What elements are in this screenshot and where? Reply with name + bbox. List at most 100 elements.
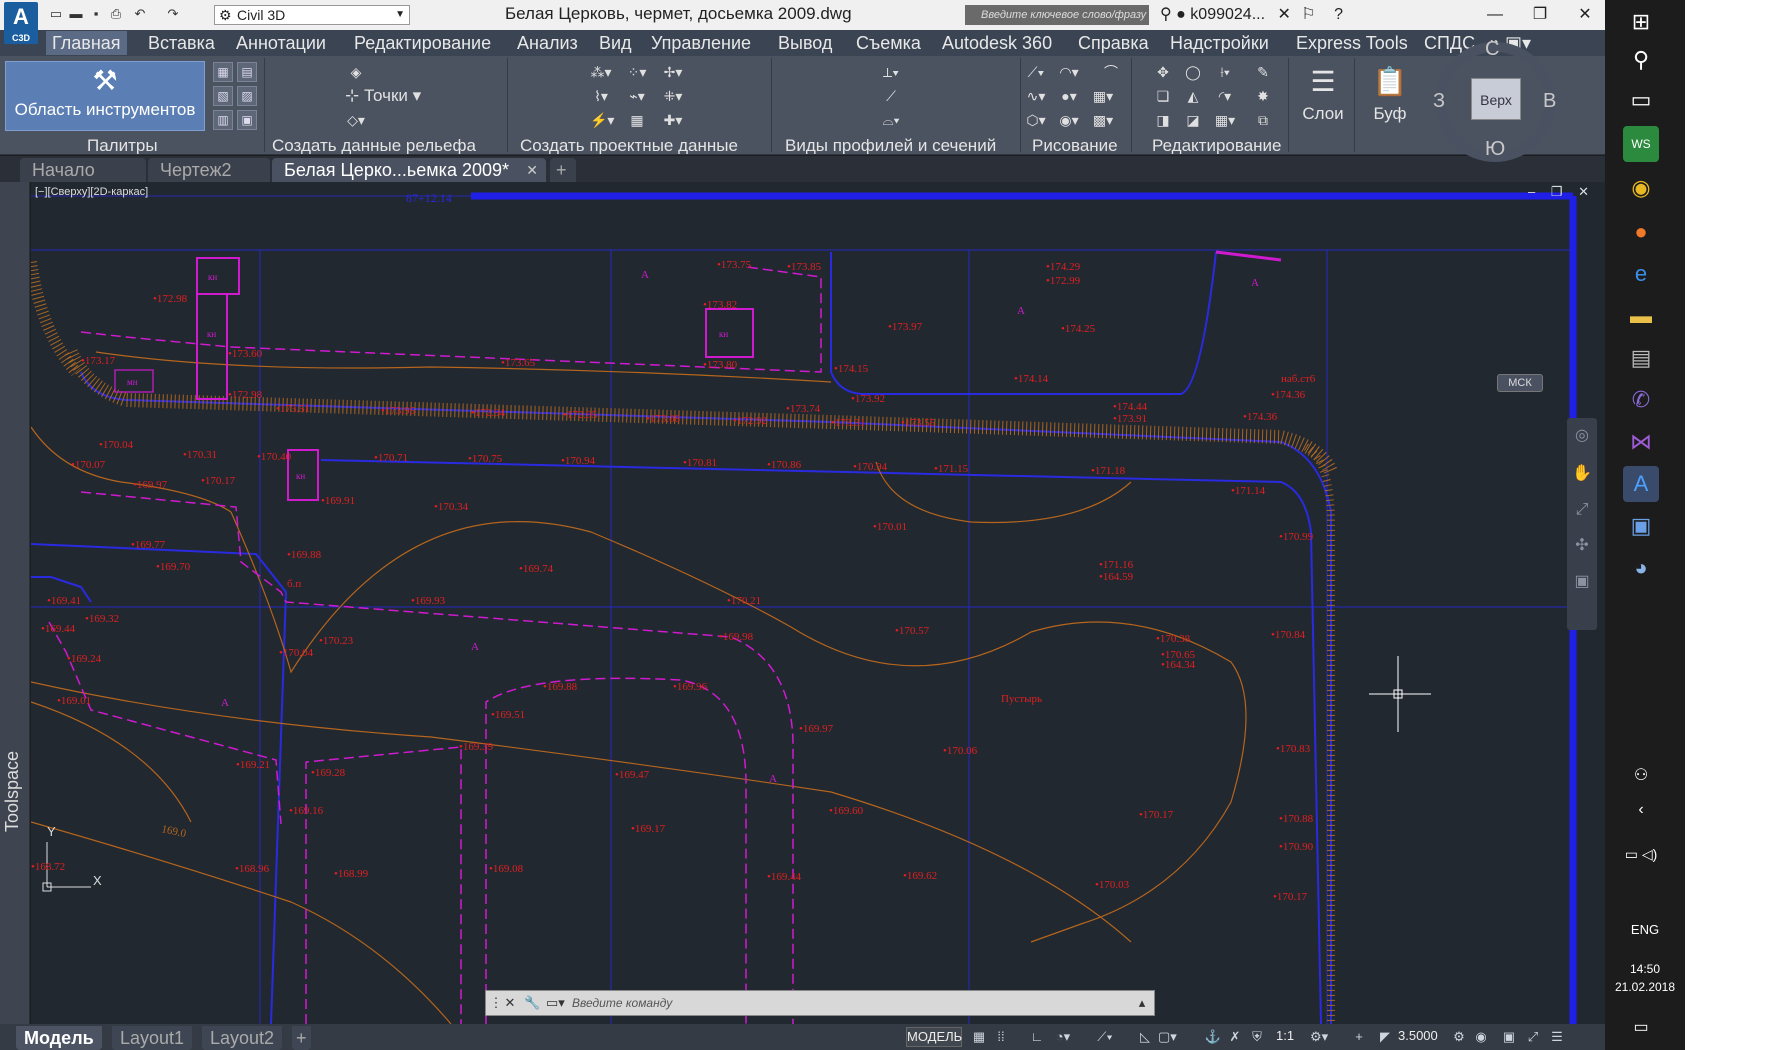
profile-icon[interactable]: ⌁▾: [626, 86, 648, 106]
maximize-button[interactable]: ❐: [1520, 2, 1560, 28]
user-account[interactable]: ⚲ ● k099024... ✕ ⚐ ?: [1160, 4, 1343, 24]
erase-icon[interactable]: ✎: [1252, 62, 1274, 82]
ortho-icon[interactable]: ∟: [1028, 1028, 1046, 1046]
ucs-menu-button[interactable]: МСК: [1497, 374, 1543, 392]
file-explorer-icon[interactable]: ▬: [1623, 298, 1659, 334]
menu-autodesk360[interactable]: Autodesk 360: [942, 33, 1052, 54]
drawing-canvas[interactable]: Y X •172.98 •173.17 •173.60 •172.98 •173.51 •…: [31, 182, 1605, 1024]
viewport-controls-label[interactable]: [−][Сверху][2D-каркас]: [35, 186, 148, 198]
annotation-scale[interactable]: 1:1: [1276, 1028, 1294, 1043]
notifications-icon[interactable]: ▭: [1623, 1010, 1659, 1046]
tab-drawing2[interactable]: Чертеж2: [148, 158, 270, 182]
menu-insert[interactable]: Вставка: [148, 33, 215, 54]
menu-view[interactable]: Вид: [599, 33, 632, 54]
tab-layout2[interactable]: Layout2: [202, 1026, 283, 1050]
tab-current-drawing[interactable]: Белая Церко...ьемка 2009* ✕: [272, 158, 546, 182]
polyline-icon[interactable]: ⌒: [1100, 62, 1122, 82]
save-icon[interactable]: ▪: [88, 6, 104, 22]
polygon-icon[interactable]: ⬡▾: [1025, 110, 1047, 130]
prospector-icon[interactable]: ▦: [213, 62, 233, 82]
alignment-icon[interactable]: ⌇▾: [590, 86, 612, 106]
isodraft-icon[interactable]: ◺: [1136, 1028, 1154, 1046]
compass-south[interactable]: Ю: [1485, 138, 1505, 161]
autoscale-icon[interactable]: ✗: [1226, 1028, 1244, 1046]
menu-output[interactable]: Вывод: [778, 33, 832, 54]
a360-icon[interactable]: ⚐: [1301, 6, 1315, 23]
hatch-icon[interactable]: ▦▾: [1092, 86, 1114, 106]
volume-icon[interactable]: ▭ ◁): [1623, 836, 1659, 872]
menu-modify[interactable]: Редактирование: [354, 33, 491, 54]
compass-east[interactable]: В: [1543, 90, 1556, 113]
customize-icon[interactable]: ☰: [1548, 1028, 1566, 1046]
stretch-icon[interactable]: ◨: [1152, 110, 1174, 130]
snap-icon[interactable]: ⁞⁞: [992, 1028, 1010, 1046]
showmotion-icon[interactable]: ▣: [1572, 572, 1592, 592]
toolspace-button[interactable]: ⚒ Область инструментов: [5, 61, 205, 131]
tab-start[interactable]: Начало: [20, 158, 146, 182]
prompt-icon[interactable]: ▭▾: [546, 995, 565, 1011]
clipboard-button[interactable]: 📋 Буф: [1362, 60, 1418, 130]
firefox-icon[interactable]: ●: [1623, 214, 1659, 250]
feature-line-icon[interactable]: ⁘▾: [626, 62, 648, 82]
offset-icon[interactable]: ⧉: [1252, 110, 1274, 130]
points-button[interactable]: ⊹ Точки ▾: [345, 86, 465, 106]
print-icon[interactable]: ⎙: [108, 6, 124, 22]
survey-icon[interactable]: ▧: [213, 86, 233, 106]
mirror-icon[interactable]: ◭: [1182, 86, 1204, 106]
viber-icon[interactable]: ✆: [1623, 382, 1659, 418]
webstorm-icon[interactable]: WS: [1623, 126, 1659, 162]
panel-modify[interactable]: Редактирование: [1152, 136, 1282, 154]
gear-icon[interactable]: ⚙▾: [1310, 1028, 1328, 1046]
viewcube[interactable]: Верх С Ю З В: [1433, 38, 1556, 162]
paint-icon[interactable]: ◕: [1623, 550, 1659, 586]
open-icon[interactable]: ▬: [68, 6, 84, 22]
parcel-icon[interactable]: ⁂▾: [590, 62, 612, 82]
chevron-up-icon[interactable]: ▴: [1134, 995, 1150, 1011]
steeringwheel-icon[interactable]: ◎: [1572, 426, 1592, 446]
menu-help[interactable]: Справка: [1078, 33, 1149, 54]
viewport-window-controls[interactable]: – ❐ ✕: [1528, 184, 1595, 200]
help-icon[interactable]: ?: [1334, 6, 1343, 23]
layers-button[interactable]: ☰ Слои: [1295, 60, 1351, 130]
redo-icon[interactable]: ↷: [165, 6, 181, 22]
clean-screen-icon[interactable]: ⤢: [1524, 1028, 1542, 1046]
move-icon[interactable]: ✥: [1152, 62, 1174, 82]
properties-icon[interactable]: ▥: [213, 110, 233, 130]
region-icon[interactable]: ▩▾: [1092, 110, 1114, 130]
visual-studio-icon[interactable]: ⋈: [1623, 424, 1659, 460]
annotation-icon[interactable]: ⛨: [1248, 1028, 1266, 1046]
undo-icon[interactable]: ↶: [132, 6, 148, 22]
explode-icon[interactable]: ✸: [1252, 86, 1274, 106]
toolspace-panel[interactable]: Toolspace: [0, 182, 30, 1024]
orbit-icon[interactable]: ✣: [1572, 536, 1592, 556]
trim-icon[interactable]: ⟊▾: [1214, 62, 1236, 82]
windows-start-icon[interactable]: ⊞: [1623, 4, 1659, 40]
calculator-icon[interactable]: ▣: [237, 110, 257, 130]
clock[interactable]: 14:50 21.02.2018: [1605, 960, 1685, 996]
copy-icon[interactable]: ❏: [1152, 86, 1174, 106]
model-space-button[interactable]: МОДЕЛЬ: [906, 1027, 962, 1047]
wrench-icon[interactable]: 🔧: [524, 995, 540, 1011]
viewcube-top-face[interactable]: Верх: [1471, 78, 1521, 120]
sample-lines-icon[interactable]: ⟋: [880, 86, 902, 106]
language-indicator[interactable]: ENG: [1605, 922, 1685, 937]
panel-draw[interactable]: Рисование: [1032, 136, 1118, 154]
surfaces-icon[interactable]: ◇▾: [345, 110, 367, 130]
annotation-visibility-icon[interactable]: ⚓: [1204, 1028, 1222, 1046]
zoom-icon[interactable]: ⤢: [1572, 500, 1592, 520]
arc-icon[interactable]: ◠▾: [1058, 62, 1080, 82]
polar-icon[interactable]: ◔▾: [1054, 1028, 1072, 1046]
panel-palettes[interactable]: Палитры: [87, 136, 158, 154]
workspace-icon[interactable]: ⚙: [1450, 1028, 1468, 1046]
menu-express-tools[interactable]: Express Tools: [1296, 33, 1408, 54]
workspace-select[interactable]: ⚙ Civil 3D ▼: [214, 5, 410, 25]
add-layout-button[interactable]: +: [292, 1026, 311, 1050]
plus-icon[interactable]: +: [1350, 1028, 1368, 1046]
fillet-icon[interactable]: ◜▾: [1214, 86, 1236, 106]
isolate-icon[interactable]: ◉: [1472, 1028, 1490, 1046]
import-survey-icon[interactable]: ◈: [345, 62, 367, 82]
settings-icon[interactable]: ▤: [237, 62, 257, 82]
new-tab-button[interactable]: +: [550, 158, 576, 182]
people-icon[interactable]: ⚇: [1623, 758, 1659, 794]
assembly-icon[interactable]: ⚡▾: [590, 110, 614, 130]
